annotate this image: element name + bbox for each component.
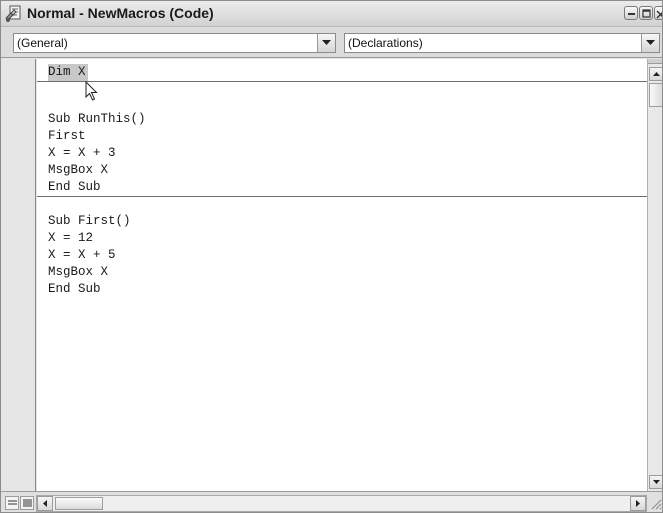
procedure-separator [37,81,647,82]
procedure-view-button[interactable] [5,496,19,510]
chevron-right-icon [636,500,640,507]
window-title: Normal - NewMacros (Code) [27,5,214,21]
scroll-right-button[interactable] [630,496,646,511]
code-line[interactable]: MsgBox X [48,162,108,179]
chevron-down-icon [646,40,655,45]
code-line[interactable]: First [48,128,86,145]
scroll-down-button[interactable] [649,475,662,489]
split-bar[interactable] [648,59,662,64]
minimize-icon [628,13,635,15]
procedure-combo-dropdown-button[interactable] [641,34,659,52]
code-line[interactable]: X = 12 [48,230,93,247]
size-grip-icon[interactable] [648,495,662,511]
vba-module-icon [5,5,21,22]
object-combo-dropdown-button[interactable] [317,34,335,52]
horizontal-scroll-thumb[interactable] [55,497,103,510]
vertical-scrollbar[interactable] [647,59,662,491]
margin-indicator-bar[interactable] [1,59,36,491]
title-bar[interactable]: Normal - NewMacros (Code) [1,1,662,27]
chevron-left-icon [43,500,47,507]
code-line[interactable]: Sub First() [48,213,131,230]
arrow-cursor-icon [85,81,98,101]
scroll-up-button[interactable] [649,67,662,81]
maximize-button[interactable] [639,6,653,20]
code-line[interactable]: MsgBox X [48,264,108,281]
maximize-icon [642,9,651,18]
close-icon [656,10,662,19]
object-combo-value: (General) [17,36,68,50]
chevron-down-icon [653,480,660,484]
code-line[interactable]: X = X + 5 [48,247,116,264]
bottom-bar [1,491,662,512]
full-module-view-button[interactable] [20,496,34,510]
code-editor[interactable]: Dim X Sub RunThis() First X = X + 3 MsgB… [37,59,647,491]
procedure-combo[interactable]: (Declarations) [344,33,660,53]
chevron-up-icon [653,72,660,76]
code-line-declaration[interactable]: Dim X [48,64,88,81]
code-line[interactable]: X = X + 3 [48,145,116,162]
full-module-view-icon [23,499,32,507]
code-line[interactable]: Sub RunThis() [48,111,146,128]
procedure-combo-value: (Declarations) [348,36,423,50]
combo-bar: (General) (Declarations) [1,27,662,58]
procedure-view-icon [8,500,17,505]
close-button[interactable] [654,6,662,20]
minimize-button[interactable] [624,6,638,20]
procedure-separator [37,196,647,197]
code-window: Normal - NewMacros (Code) (General) (Dec… [0,0,663,513]
vertical-scroll-thumb[interactable] [649,83,662,107]
chevron-down-icon [322,40,331,45]
code-line[interactable]: End Sub [48,281,101,298]
code-line[interactable]: End Sub [48,179,101,196]
object-combo[interactable]: (General) [13,33,336,53]
horizontal-scrollbar[interactable] [36,495,647,512]
scroll-left-button[interactable] [37,496,53,511]
